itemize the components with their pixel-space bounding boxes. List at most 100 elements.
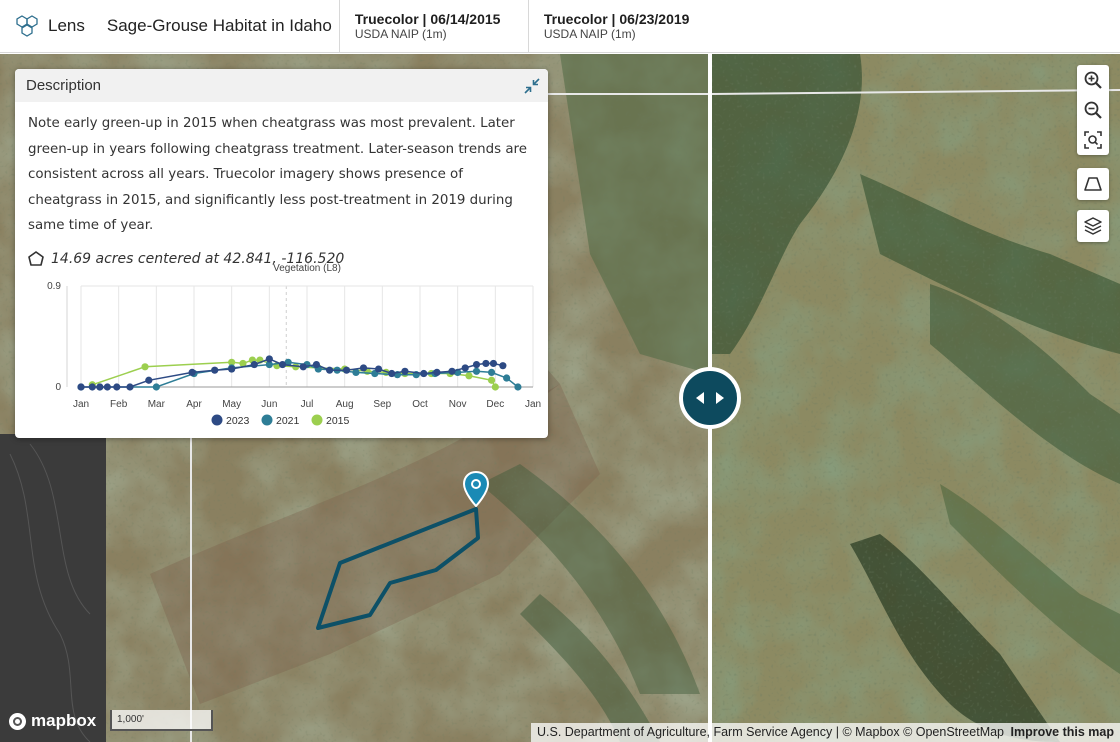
- left-layer-title: Truecolor | 06/14/2015: [354, 10, 501, 27]
- data-point-2023: [359, 364, 368, 372]
- x-tick-label: Jun: [261, 399, 277, 410]
- data-point-2023: [96, 383, 104, 391]
- legend-marker-2023: [211, 414, 223, 426]
- chart-svg: Vegetation (L8) Jan Feb Mar Apr May Jun Jul Aug S…: [47, 263, 541, 427]
- zoom-out-icon: [1084, 101, 1102, 119]
- data-point-2021: [503, 374, 511, 382]
- x-tick-label: Jan: [73, 399, 89, 410]
- data-point-2023: [126, 383, 134, 391]
- improve-map-link[interactable]: Improve this map: [1011, 725, 1115, 739]
- x-tick-label: May: [222, 399, 241, 410]
- collapse-button[interactable]: [522, 76, 542, 96]
- data-point-2015: [465, 372, 473, 380]
- y-tick-label: 0: [55, 382, 61, 393]
- scale-bar: 1,000': [110, 710, 213, 731]
- data-point-2023: [312, 360, 321, 369]
- location-pin-icon[interactable]: [463, 471, 489, 507]
- data-point-2023: [145, 376, 153, 384]
- data-point-2023: [211, 366, 219, 374]
- data-point-2023: [278, 360, 287, 369]
- zoom-in-icon: [1084, 71, 1102, 89]
- data-point-2023: [342, 366, 351, 374]
- x-tick-label: Dec: [486, 399, 504, 410]
- legend-label-2023: 2023: [226, 415, 250, 427]
- data-point-2015: [491, 383, 499, 391]
- x-tick-label: Nov: [449, 399, 467, 410]
- zoom-out-button[interactable]: [1077, 95, 1109, 125]
- data-point-2023: [461, 364, 469, 372]
- data-point-2023: [388, 369, 396, 378]
- layers-icon: [1084, 217, 1102, 235]
- data-point-2023: [103, 383, 111, 391]
- data-point-2015: [487, 376, 496, 384]
- data-point-2021: [514, 383, 522, 391]
- legend-marker-2021: [261, 414, 273, 426]
- attribution-text[interactable]: U.S. Department of Agriculture, Farm Ser…: [537, 725, 1004, 739]
- brand[interactable]: Lens: [14, 15, 85, 37]
- data-point-2023: [228, 365, 236, 373]
- data-point-2021: [472, 367, 481, 375]
- data-point-2023: [188, 368, 196, 377]
- y-tick-label: 0.9: [47, 281, 61, 292]
- data-point-2023: [433, 368, 441, 377]
- right-layer-title: Truecolor | 06/23/2019: [543, 10, 690, 27]
- zoom-controls: [1077, 65, 1109, 155]
- x-tick-label: Feb: [110, 399, 128, 410]
- x-tick-label: Oct: [412, 399, 428, 410]
- data-point-2023: [250, 360, 258, 369]
- data-point-2023: [499, 362, 507, 370]
- data-point-2023: [265, 355, 273, 363]
- swipe-arrows-icon: [696, 392, 724, 404]
- perspective-button[interactable]: [1077, 168, 1109, 200]
- data-point-2023: [77, 383, 85, 391]
- data-point-2023: [113, 383, 121, 391]
- x-tick-label: Jul: [301, 399, 314, 410]
- legend-marker-2015: [311, 414, 323, 426]
- layers-button[interactable]: [1077, 210, 1109, 242]
- x-tick-label: Apr: [186, 399, 202, 410]
- data-point-2023: [326, 366, 334, 374]
- swipe-handle[interactable]: [679, 367, 741, 429]
- legend-label-2021: 2021: [276, 415, 300, 427]
- vegetation-chart: Vegetation (L8) Jan Feb Mar Apr May Jun Jul Aug S…: [15, 257, 548, 438]
- mapbox-icon: [9, 712, 26, 730]
- mapbox-label: mapbox: [31, 711, 97, 730]
- project-title: Sage-Grouse Habitat in Idaho: [106, 16, 332, 35]
- data-point-2023: [401, 367, 409, 375]
- app-header: Lens Sage-Grouse Habitat in Idaho Trueco…: [0, 0, 1120, 53]
- data-point-2023: [299, 363, 307, 371]
- data-point-2021: [152, 383, 160, 391]
- lens-logo-icon: [16, 15, 38, 37]
- data-point-2023: [88, 383, 96, 391]
- data-point-2023: [448, 367, 456, 375]
- brand-name: Lens: [48, 16, 85, 35]
- zoom-extent-button[interactable]: [1077, 125, 1109, 155]
- x-tick-label: Mar: [148, 399, 166, 410]
- panel-header: Description: [15, 69, 548, 102]
- legend-label-2015: 2015: [326, 415, 350, 427]
- data-point-2023: [489, 359, 498, 368]
- description-panel: Description Note early green-up in 2015 …: [15, 69, 548, 438]
- collapse-icon: [524, 78, 540, 94]
- left-layer-selector[interactable]: Truecolor | 06/14/2015 USDA NAIP (1m): [338, 0, 528, 53]
- zoom-in-button[interactable]: [1077, 65, 1109, 95]
- description-text: Note early green-up in 2015 when cheatgr…: [28, 116, 527, 233]
- zoom-extent-icon: [1084, 131, 1102, 149]
- data-point-2023: [482, 359, 490, 368]
- x-tick-label: Sep: [373, 399, 391, 410]
- left-layer-source: USDA NAIP (1m): [354, 26, 447, 41]
- x-tick-label: Jan: [525, 399, 541, 410]
- chart-title: Vegetation (L8): [273, 263, 341, 274]
- right-layer-selector[interactable]: Truecolor | 06/23/2019 USDA NAIP (1m): [527, 0, 728, 53]
- panel-title: Description: [26, 77, 102, 94]
- perspective-icon: [1084, 177, 1102, 191]
- data-point-2023: [472, 360, 481, 369]
- mapbox-logo[interactable]: mapbox: [8, 711, 96, 731]
- data-point-2023: [374, 365, 383, 373]
- map-attribution: U.S. Department of Agriculture, Farm Ser…: [531, 723, 1120, 742]
- right-layer-source: USDA NAIP (1m): [543, 26, 636, 41]
- data-point-2021: [487, 368, 496, 377]
- data-point-2015: [141, 363, 149, 371]
- data-point-2023: [420, 369, 428, 378]
- x-tick-label: Aug: [336, 399, 354, 410]
